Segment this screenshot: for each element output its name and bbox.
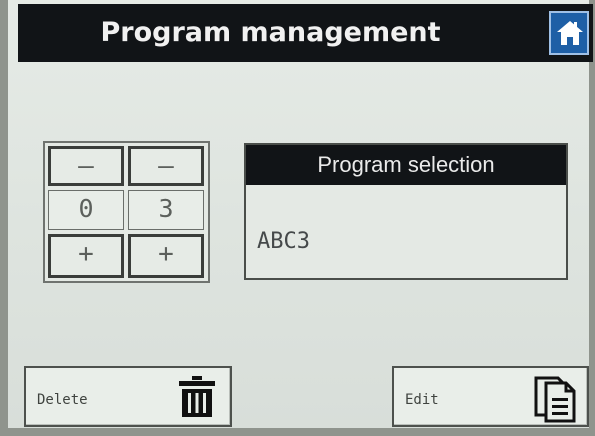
- digit-2-value: 3: [128, 190, 204, 230]
- page-title: Program management: [100, 17, 441, 48]
- minus-icon: —: [78, 151, 94, 181]
- title-bar: Program management: [18, 4, 593, 62]
- plus-icon: +: [158, 239, 174, 269]
- decrement-digit-1-button[interactable]: —: [48, 146, 124, 186]
- increment-digit-1-button[interactable]: +: [48, 234, 124, 278]
- digit-1-value: 0: [48, 190, 124, 230]
- digit-stepper: — — 0 3 + +: [43, 141, 210, 283]
- plus-icon: +: [78, 239, 94, 269]
- program-selection-header: Program selection: [246, 145, 566, 185]
- document-edit-icon: [534, 376, 576, 423]
- device-screen: Program management — — 0 3 + + Program s…: [0, 0, 595, 436]
- decrement-digit-2-button[interactable]: —: [128, 146, 204, 186]
- edit-label: Edit: [405, 392, 439, 408]
- delete-button[interactable]: Delete: [24, 366, 232, 427]
- home-icon: [557, 21, 583, 45]
- edit-button[interactable]: Edit: [392, 366, 589, 427]
- home-button[interactable]: [549, 11, 589, 55]
- trash-icon: [179, 376, 215, 417]
- selected-program-value: ABC3: [257, 229, 310, 254]
- increment-digit-2-button[interactable]: +: [128, 234, 204, 278]
- minus-icon: —: [158, 151, 174, 181]
- delete-label: Delete: [37, 392, 88, 408]
- program-selection-panel[interactable]: Program selection ABC3: [244, 143, 568, 280]
